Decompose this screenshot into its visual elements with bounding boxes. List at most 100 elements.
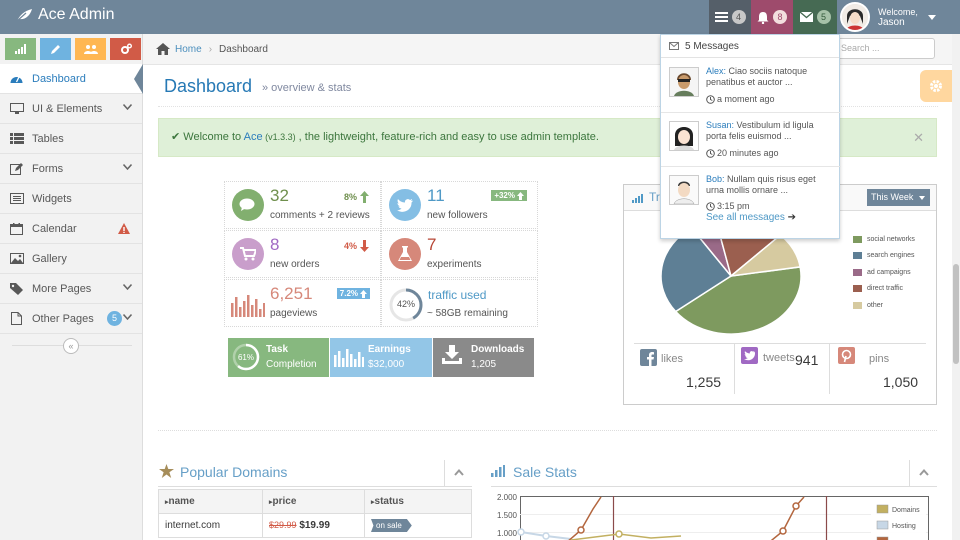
message-item[interactable]: Susan: Vestibulum id ligula porta felis …: [669, 120, 831, 171]
legend-swatch: [853, 268, 862, 276]
infobox-comments: 32 comments + 2 reviews 8%: [224, 181, 381, 229]
calendar-icon: [10, 222, 23, 235]
messages-header: 5 Messages: [661, 35, 839, 58]
legend-swatch: [876, 504, 889, 514]
close-icon[interactable]: ✕: [913, 119, 924, 156]
tile-downloads[interactable]: Downloads 1,205: [433, 338, 534, 377]
messages-dropdown: 5 Messages Alex: Ciao sociis natoque pen…: [660, 34, 841, 239]
message-text: Bob: Nullam quis risus eget urna mollis …: [706, 174, 828, 196]
tile-value: $32,000: [368, 359, 405, 370]
sidebar-item-dashboard[interactable]: Dashboard: [0, 64, 143, 94]
legend-swatch: [853, 235, 862, 243]
table-row[interactable]: internet.com $29.99 $19.99 on sale: [158, 513, 472, 538]
traffic-percent: 42%: [396, 299, 415, 309]
messages-button[interactable]: 5: [793, 0, 837, 34]
page-scrollbar[interactable]: [952, 34, 960, 540]
sidebar-item-forms[interactable]: Forms: [0, 154, 142, 184]
sidebar-item-other-pages[interactable]: Other Pages 5: [0, 304, 142, 334]
tachometer-icon: [10, 76, 23, 83]
sidebar-item-gallery[interactable]: Gallery: [0, 244, 142, 274]
social-value: 941: [795, 352, 819, 368]
column-header-name[interactable]: ▸name: [158, 489, 263, 514]
legend-swatch: [853, 285, 862, 293]
tile-task-completion[interactable]: 61% Task Completion: [228, 338, 329, 377]
infobox-number: 6,251: [270, 284, 313, 303]
collapse-sales-button[interactable]: [909, 460, 937, 486]
sidebar-item-label: Other Pages: [32, 312, 94, 325]
sidebar-item-label: Widgets: [32, 192, 72, 205]
sidebar-item-ui-elements[interactable]: UI & Elements: [0, 94, 142, 124]
message-divider: [661, 166, 841, 167]
notifications-button[interactable]: 8: [751, 0, 793, 34]
social-label: likes: [661, 353, 684, 365]
sales-header-line: [491, 486, 937, 487]
shortcut-users[interactable]: [75, 38, 106, 60]
sale-stats-title: Sale Stats: [513, 464, 577, 480]
tag-icon: [10, 282, 23, 295]
sidebar-item-calendar[interactable]: Calendar: [0, 214, 142, 244]
see-all-messages-link[interactable]: See all messages ➔: [661, 212, 841, 223]
infobox-number: 7: [427, 235, 437, 254]
edit-icon: [10, 162, 23, 175]
infobox-label: experiments: [427, 259, 482, 270]
legend-item: other: [853, 297, 915, 314]
range-dropdown[interactable]: This Week: [867, 189, 930, 206]
page-title: Dashboard: [164, 76, 253, 96]
tile-earnings[interactable]: Earnings $32,000: [330, 338, 432, 377]
arrow-up-icon: [517, 191, 524, 200]
settings-button[interactable]: [920, 70, 952, 102]
social-value: 1,050: [883, 374, 919, 390]
traffic-title: Tr: [649, 190, 660, 204]
infobox-orders: 8 new orders 4%: [224, 230, 381, 278]
message-item[interactable]: Alex: Ciao sociis natoque penatibus et a…: [669, 66, 831, 117]
header-label: name: [168, 496, 195, 507]
twitter-square-icon: [741, 347, 758, 364]
sidebar-item-more-pages[interactable]: More Pages: [0, 274, 142, 304]
legend-label: search engines: [867, 252, 915, 260]
scrollbar-thumb[interactable]: [953, 264, 959, 364]
shortcut-edit[interactable]: [40, 38, 71, 60]
legend-item: social networks: [853, 231, 915, 248]
arrow-right-icon: ➔: [787, 212, 797, 223]
social-pins: pins 1,050: [831, 344, 926, 394]
chevron-up-icon: [454, 469, 464, 476]
sidebar-item-widgets[interactable]: Widgets: [0, 184, 142, 214]
data-point: [517, 528, 525, 536]
status-badge: on sale: [371, 519, 412, 532]
message-time: 20 minutes ago: [706, 148, 779, 158]
legend-label: other: [867, 301, 883, 309]
active-arrow: [134, 64, 143, 94]
collapse-domains-button[interactable]: [444, 460, 472, 486]
sidebar: Dashboard UI & Elements Tables Forms Wid…: [0, 34, 143, 540]
social-label: pins: [869, 353, 890, 365]
brand[interactable]: Ace Admin: [16, 6, 114, 24]
domain-status: on sale: [364, 513, 472, 538]
tasks-button[interactable]: 4: [709, 0, 751, 34]
breadcrumb-home[interactable]: Home: [175, 44, 202, 55]
other-pages-badge: 5: [107, 311, 122, 326]
legend-label: ad campaigns: [867, 268, 911, 276]
shortcut-settings[interactable]: [110, 38, 141, 60]
table-header-row: ▸name ▸price ▸status: [158, 489, 472, 514]
notifications-badge: 8: [773, 10, 787, 24]
column-header-status[interactable]: ▸status: [364, 489, 472, 514]
shortcut-stats[interactable]: [5, 38, 36, 60]
infobox-stat: 4%: [344, 240, 369, 252]
alert-text-pre: Welcome to: [183, 131, 244, 143]
traffic-title: traffic used: [428, 288, 487, 302]
facebook-icon: [640, 349, 657, 366]
avatar: [669, 121, 699, 151]
column-header-price[interactable]: ▸price: [262, 489, 365, 514]
envelope-icon: [799, 12, 813, 22]
infobox-number: 11: [427, 186, 445, 205]
tile-label: Earnings: [368, 344, 411, 355]
avatar: [840, 2, 870, 32]
sidebar-collapse-button[interactable]: «: [63, 338, 79, 354]
shopping-cart-icon: [232, 238, 264, 270]
desktop-icon: [9, 103, 24, 114]
star-icon: [159, 464, 174, 478]
user-menu[interactable]: Welcome, Jason: [840, 0, 944, 34]
sidebar-item-tables[interactable]: Tables: [0, 124, 142, 154]
search-input[interactable]: Search ...: [836, 38, 935, 59]
chevron-down-icon: [123, 284, 132, 290]
